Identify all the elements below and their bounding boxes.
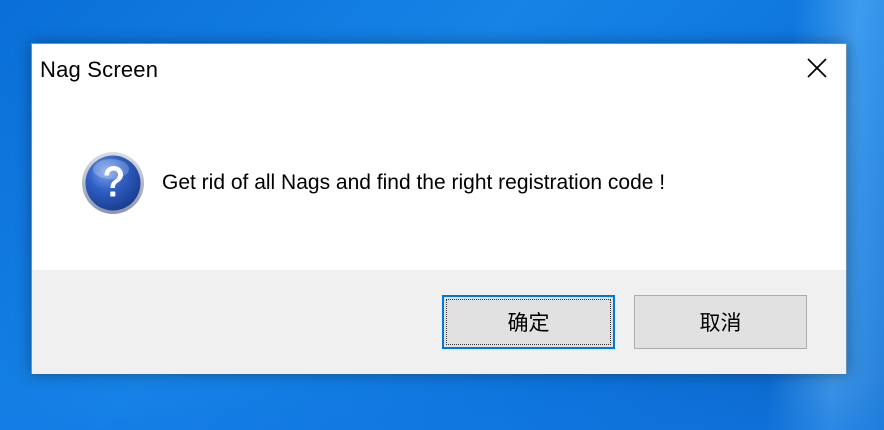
dialog-content: Get rid of all Nags and find the right r… — [32, 94, 846, 270]
ok-button[interactable]: 确定 — [442, 295, 615, 349]
dialog-title: Nag Screen — [40, 57, 159, 82]
dialog-titlebar[interactable]: Nag Screen — [32, 44, 846, 94]
dialog-message: Get rid of all Nags and find the right r… — [162, 171, 666, 194]
close-button[interactable] — [788, 44, 846, 94]
cancel-button[interactable]: 取消 — [634, 295, 807, 349]
question-icon — [82, 152, 144, 214]
close-icon — [807, 58, 827, 78]
desktop-background-shade — [0, 380, 884, 430]
nag-dialog: Nag Screen Get rid of all Nags and find … — [31, 43, 847, 374]
cancel-button-label: 取消 — [699, 311, 742, 335]
dialog-button-bar: 确定 取消 — [32, 270, 846, 374]
ok-button-label: 确定 — [507, 311, 550, 335]
